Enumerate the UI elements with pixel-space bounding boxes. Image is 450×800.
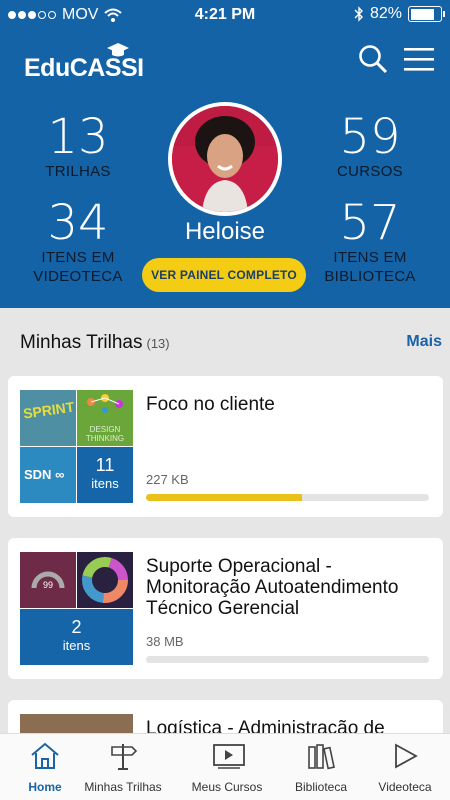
tab-minhas-trilhas[interactable]: Minhas Trilhas [78, 734, 168, 800]
gauge-tile: 99 [20, 552, 76, 608]
track-title: Suporte Operacional - Monitoração Autoat… [146, 556, 399, 619]
video-player-icon [213, 744, 245, 769]
stat-cursos[interactable]: 59 CURSOS [300, 112, 440, 181]
user-name: Heloise [184, 218, 266, 245]
progress-fill [146, 494, 302, 501]
app-header: EduCASSI [0, 30, 450, 90]
section-title: Minhas Trilhas (13) [20, 332, 170, 353]
donut-chart-tile [77, 552, 133, 608]
track-card[interactable]: SPRINT DESIGN THINKING SDN ∞ 11 itens Fo… [8, 376, 443, 517]
design-thinking-tile: DESIGN THINKING [77, 390, 133, 446]
books-icon [308, 744, 335, 770]
svg-text:99: 99 [43, 580, 53, 590]
section-count: (13) [146, 336, 170, 351]
items-count-badge: 11 itens [77, 447, 133, 503]
view-full-panel-button[interactable]: VER PAINEL COMPLETO [142, 258, 306, 292]
status-bar: MOV 4:21 PM 82% [0, 0, 450, 30]
battery-icon [408, 6, 445, 22]
sdn-tile: SDN ∞ [20, 447, 76, 503]
bluetooth-icon [354, 6, 363, 22]
tab-videoteca[interactable]: Videoteca [360, 734, 450, 800]
profile-summary-panel: 13 TRILHAS 59 CURSOS 34 ITENS EM VIDEOTE… [0, 90, 450, 308]
stat-trilhas[interactable]: 13 TRILHAS [8, 112, 148, 181]
avatar[interactable] [168, 102, 282, 216]
search-icon[interactable] [358, 44, 388, 74]
my-tracks-section-header: Minhas Trilhas (13) Mais [0, 308, 450, 374]
sprint-tile: SPRINT [20, 390, 76, 446]
track-size: 38 MB [146, 634, 184, 649]
track-thumbnail: 99 2 itens [20, 552, 133, 665]
signpost-icon [111, 744, 138, 770]
track-size: 227 KB [146, 472, 189, 487]
stat-biblioteca[interactable]: 57 ITENS EM BIBLIOTECA [300, 198, 440, 286]
battery-status: 82% [354, 5, 445, 23]
play-icon [395, 743, 418, 769]
progress-bar [146, 656, 429, 663]
bottom-tab-bar: Home Minhas Trilhas Meus Cursos Bibliote… [0, 733, 450, 800]
more-link[interactable]: Mais [406, 333, 442, 351]
hamburger-menu-icon[interactable] [404, 46, 434, 72]
track-title: Foco no cliente [146, 394, 275, 415]
graduation-cap-icon [107, 43, 129, 57]
educassi-logo[interactable]: EduCASSI [24, 43, 144, 83]
tab-biblioteca[interactable]: Biblioteca [276, 734, 366, 800]
tab-meus-cursos[interactable]: Meus Cursos [182, 734, 272, 800]
stat-videoteca[interactable]: 34 ITENS EM VIDEOTECA [8, 198, 148, 286]
tab-home[interactable]: Home [0, 734, 90, 800]
battery-percent: 82% [369, 5, 402, 22]
user-photo [172, 106, 278, 212]
home-icon [31, 742, 59, 769]
progress-bar [146, 494, 429, 501]
items-count-badge: 2 itens [20, 609, 133, 665]
track-thumbnail: SPRINT DESIGN THINKING SDN ∞ 11 itens [20, 390, 133, 503]
track-card[interactable]: 99 2 itens Suporte Operacional - Monitor… [8, 538, 443, 679]
